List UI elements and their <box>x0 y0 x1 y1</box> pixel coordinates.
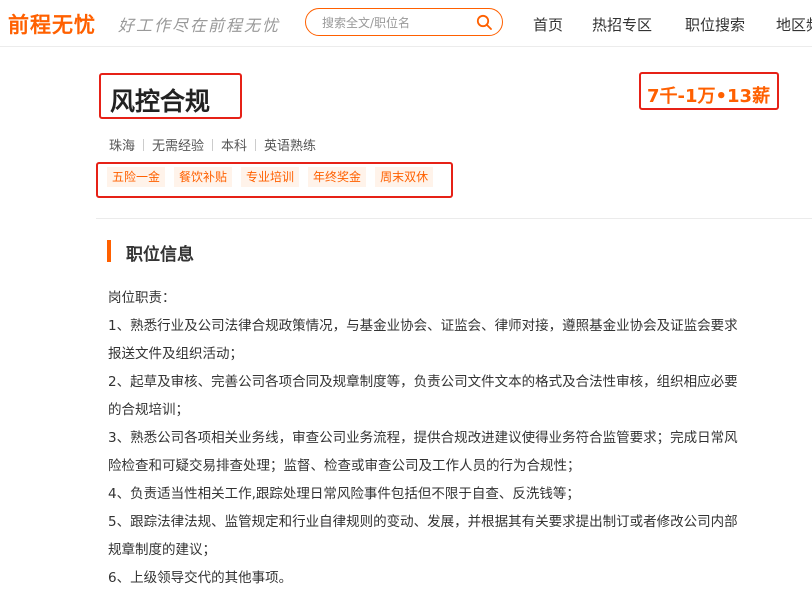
description-line: 报送文件及组织活动； <box>108 346 243 362</box>
nav-region[interactable]: 地区频 <box>776 14 812 35</box>
description-line: 1、熟悉行业及公司法律合规政策情况，与基金业协会、证监会、律师对接，遵照基金业协… <box>108 318 738 334</box>
description-line: 规章制度的建议； <box>108 542 216 558</box>
meta-location: 珠海 <box>109 139 136 154</box>
nav-job-search[interactable]: 职位搜索 <box>685 14 745 35</box>
site-logo[interactable]: 前程无忧 <box>8 9 96 39</box>
benefit-tag: 年终奖金 <box>308 167 367 187</box>
benefit-tags: 五险一金 餐饮补贴 专业培训 年终奖金 周末双休 <box>107 166 442 187</box>
site-slogan: 好工作尽在前程无忧 <box>118 16 281 35</box>
description-line: 险检查和可疑交易排查处理；监督、检查或审查公司及工作人员的行为合规性； <box>108 458 581 474</box>
description-line: 5、跟踪法律法规、监管规定和行业自律规则的变动、发展，并根据其有关要求提出制订或… <box>108 514 738 530</box>
description-line: 岗位职责： <box>108 290 176 306</box>
meta-divider <box>212 139 214 151</box>
search-icon[interactable] <box>476 14 492 30</box>
site-header: 前程无忧 好工作尽在前程无忧 首页 热招专区 职位搜索 地区频 <box>0 0 812 47</box>
meta-language: 英语熟练 <box>264 139 317 154</box>
description-line: 的合规培训； <box>108 402 189 418</box>
meta-education: 本科 <box>221 139 248 154</box>
description-line: 2、起草及审核、完善公司各项合同及规章制度等，负责公司文件文本的格式及合法性审核… <box>108 374 738 390</box>
section-accent-bar <box>107 240 111 262</box>
search-box[interactable] <box>305 8 503 36</box>
job-salary: 7千-1万•13薪 <box>647 86 771 107</box>
description-line: 6、上级领导交代的其他事项。 <box>108 570 293 586</box>
nav-hot-jobs[interactable]: 热招专区 <box>592 14 652 35</box>
benefit-tag: 五险一金 <box>107 167 166 187</box>
section-divider <box>96 218 812 219</box>
section-title: 职位信息 <box>126 245 194 265</box>
job-meta: 珠海 无需经验 本科 英语熟练 <box>109 135 316 154</box>
benefit-tag: 餐饮补贴 <box>174 167 233 187</box>
description-line: 4、负责适当性相关工作,跟踪处理日常风险事件包括但不限于自查、反洗钱等； <box>108 486 580 502</box>
search-input[interactable] <box>320 13 474 33</box>
job-description: 岗位职责： 1、熟悉行业及公司法律合规政策情况，与基金业协会、证监会、律师对接，… <box>108 284 768 592</box>
nav-home[interactable]: 首页 <box>533 14 563 35</box>
meta-divider <box>143 139 145 151</box>
job-title: 风控合规 <box>110 87 211 116</box>
meta-divider <box>255 139 257 151</box>
description-line: 3、熟悉公司各项相关业务线，审查公司业务流程，提供合规改进建议使得业务符合监管要… <box>108 430 738 446</box>
benefit-tag: 周末双休 <box>375 167 434 187</box>
meta-experience: 无需经验 <box>152 139 205 154</box>
benefit-tag: 专业培训 <box>241 167 300 187</box>
